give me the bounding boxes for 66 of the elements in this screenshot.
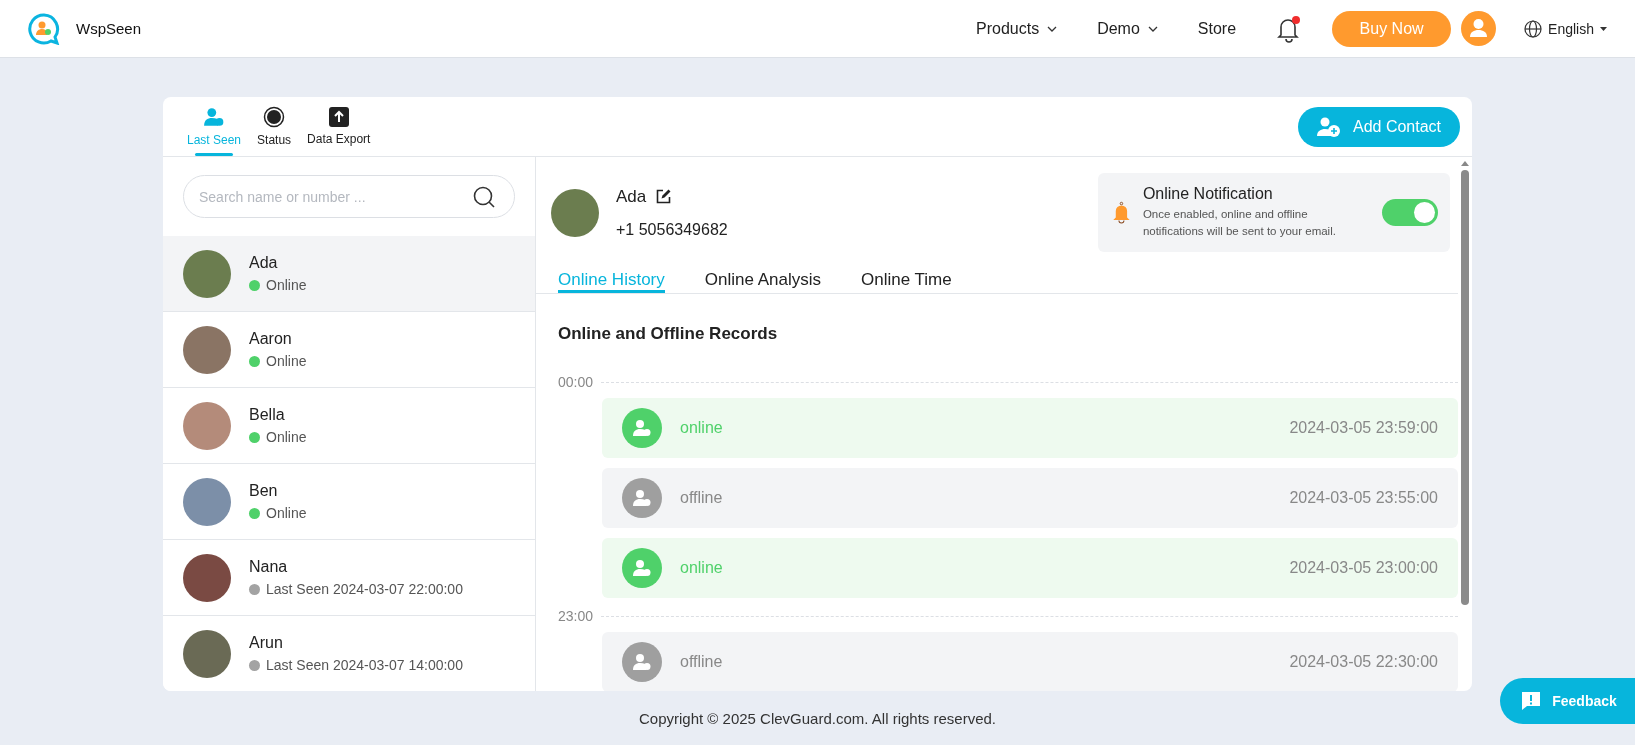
search-icon (473, 186, 495, 208)
add-person-icon (1316, 115, 1341, 138)
detail-tab[interactable]: Online Analysis (704, 270, 821, 293)
record-status: offline (680, 653, 723, 671)
photo-placeholder (183, 325, 231, 374)
search-field[interactable]: Search name or number ... (183, 175, 515, 218)
person-icon (632, 418, 652, 438)
photo-placeholder (183, 401, 231, 450)
nav-link[interactable]: Products (976, 19, 1058, 38)
time-label: 23:00 (558, 608, 594, 624)
record-status: online (680, 559, 723, 577)
photo-placeholder (183, 249, 231, 298)
record-status: offline (680, 489, 723, 507)
photo-placeholder (183, 477, 231, 526)
nav-link[interactable]: Demo (1097, 19, 1158, 38)
contact-name: Ben (249, 482, 279, 500)
record-time: 2024-03-05 23:00:00 (1289, 559, 1438, 577)
detail-tab[interactable]: Online Time (861, 270, 952, 293)
status-ring-icon (263, 106, 286, 128)
globe-icon (1524, 19, 1543, 38)
profile-name: Ada (616, 186, 647, 207)
profile-phone: +1 5056349682 (616, 220, 728, 239)
user-avatar-icon[interactable] (1461, 11, 1497, 46)
chevron-down-icon (1147, 25, 1158, 32)
photo-placeholder (183, 553, 231, 602)
time-label: 00:00 (558, 374, 594, 390)
language-selector[interactable]: English (1524, 19, 1607, 38)
record-status: online (680, 419, 723, 437)
feedback-icon (1522, 692, 1541, 710)
record-time: 2024-03-05 23:55:00 (1289, 489, 1438, 507)
tool-tab[interactable]: Data Export (299, 97, 379, 156)
contact-row[interactable]: Ada Online (163, 236, 535, 312)
notification-toggle[interactable] (1382, 199, 1438, 226)
nav-link[interactable]: Store (1197, 19, 1237, 38)
records-title: Online and Offline Records (558, 324, 779, 344)
photo-placeholder (551, 188, 599, 237)
edit-icon[interactable] (656, 189, 672, 204)
logo-icon (28, 12, 60, 45)
copyright-text: Copyright © 2025 ClevGuard.com. All rights reserved. (638, 708, 996, 729)
tool-tab[interactable]: Status (249, 97, 300, 156)
contact-status: Last Seen 2024-03-07 22:00:00 (266, 581, 463, 597)
chevron-down-icon (1047, 25, 1058, 32)
scroll-up-arrow-icon[interactable] (1461, 161, 1469, 166)
record-time: 2024-03-05 22:30:00 (1289, 653, 1438, 671)
upload-icon (328, 107, 349, 127)
contact-status: Online (266, 277, 307, 293)
notification-title: Online Notification (1142, 185, 1274, 203)
contact-status: Online (266, 429, 307, 445)
contact-name: Arun (249, 634, 284, 652)
contact-status: Last Seen 2024-03-07 14:00:00 (266, 657, 463, 673)
notification-text: Once enabled, online and offline notifications will be sent to your email. (1142, 207, 1337, 239)
bell-icon[interactable] (1276, 14, 1303, 43)
contact-name: Nana (249, 558, 289, 576)
contact-name: Ada (249, 254, 279, 272)
contact-status: Online (266, 353, 307, 369)
brand-name: WspSeen (76, 20, 142, 37)
person-icon (203, 106, 225, 128)
caret-icon (1600, 26, 1607, 31)
record-time: 2024-03-05 23:59:00 (1289, 419, 1438, 437)
contact-name: Bella (249, 406, 286, 424)
person-icon (632, 652, 652, 672)
person-icon (632, 558, 652, 578)
photo-placeholder (183, 629, 231, 678)
contact-name: Aaron (249, 330, 293, 348)
person-icon (632, 488, 652, 508)
contact-status: Online (266, 505, 307, 521)
